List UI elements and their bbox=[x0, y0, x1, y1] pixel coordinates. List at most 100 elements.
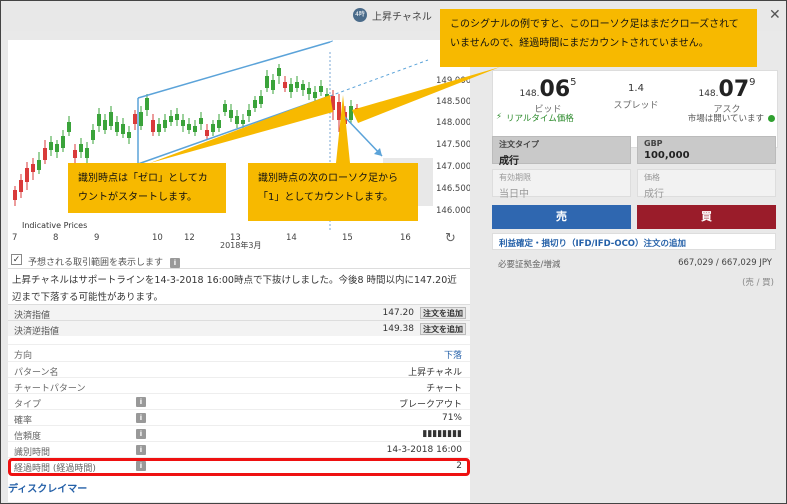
buy-button[interactable]: 買 bbox=[637, 205, 776, 229]
currency-label: GBP bbox=[644, 139, 663, 148]
candle-body bbox=[19, 180, 23, 192]
month-label: 2018年3月 bbox=[220, 240, 261, 250]
y-tick-label: 146.500 bbox=[436, 184, 470, 194]
add-stop-loss-button[interactable]: 注文を追加 bbox=[420, 323, 466, 335]
candle-body bbox=[289, 84, 293, 92]
disclaimer-link[interactable]: ディスクレイマー bbox=[8, 480, 87, 495]
info-icon[interactable]: i bbox=[136, 445, 146, 455]
stop-loss-label: 決済逆指値 bbox=[14, 327, 60, 337]
x-tick-label: 15 bbox=[342, 233, 353, 243]
info-icon[interactable]: i bbox=[136, 397, 146, 407]
candle-body bbox=[175, 114, 179, 120]
info-icon[interactable]: i bbox=[136, 429, 146, 439]
ask-quote[interactable]: 148.079 アスク bbox=[679, 77, 775, 115]
candle-body bbox=[97, 114, 101, 126]
add-take-profit-button[interactable]: 注文を追加 bbox=[420, 307, 466, 319]
x-tick-label: 16 bbox=[400, 233, 411, 243]
bid-sup: 5 bbox=[570, 77, 577, 88]
detail-row: 信頼度 i ▮▮▮▮▮▮▮▮ bbox=[8, 425, 470, 442]
y-tick-label: 147.000 bbox=[436, 162, 470, 172]
candle-body bbox=[61, 136, 65, 148]
bid-quote[interactable]: 148.065 ビッド bbox=[503, 77, 593, 115]
candle-body bbox=[151, 120, 155, 132]
detail-value: 71% bbox=[441, 413, 462, 423]
margin-value: 667,029 / 667,029 JPY bbox=[678, 258, 772, 268]
x-tick-label: 7 bbox=[12, 233, 17, 243]
direction-label: 方向 bbox=[14, 351, 33, 361]
candle-body bbox=[307, 88, 311, 94]
callout-middle: 識別時点の次のローソク足から「1」としてカウントします。 bbox=[248, 163, 418, 221]
margin-sub: (売 / 買) bbox=[742, 278, 774, 288]
candle-body bbox=[205, 130, 209, 136]
candle-body bbox=[55, 144, 59, 152]
show-range-row: ✓ 予想される取引範囲を表示します i bbox=[8, 252, 470, 268]
price-value: 成行 bbox=[644, 189, 664, 200]
realtime-label: リアルタイム価格 bbox=[506, 114, 574, 124]
candle-body bbox=[355, 108, 359, 114]
x-tick-label: 14 bbox=[286, 233, 297, 243]
detail-row: パターン名 上昇チャネル bbox=[8, 361, 470, 378]
bid-prefix: 148. bbox=[519, 89, 540, 99]
order-type-field[interactable]: 注文タイプ 成行 bbox=[492, 136, 631, 167]
candle-body bbox=[181, 120, 185, 126]
right-panel: 148.065 ビッド 1.4 スプレッド 148.079 アスク ⚡ リアルタ… bbox=[490, 40, 780, 500]
direction-value: 下落 bbox=[443, 351, 462, 361]
candle-body bbox=[301, 84, 305, 90]
detail-row: 識別時間 i 14-3-2018 16:00 bbox=[8, 441, 470, 458]
candle-body bbox=[229, 110, 233, 118]
candle-body bbox=[241, 120, 245, 124]
x-tick-label: 8 bbox=[53, 233, 58, 243]
candle-body bbox=[223, 104, 227, 112]
candle-body bbox=[31, 164, 35, 172]
detail-value: ▮▮▮▮▮▮▮▮ bbox=[422, 429, 462, 439]
market-status: 市場は開いています bbox=[687, 114, 764, 124]
lightning-icon: ⚡ bbox=[496, 112, 502, 122]
info-icon[interactable]: i bbox=[136, 413, 146, 423]
direction-row: 方向 下落 bbox=[8, 344, 470, 361]
candle-body bbox=[163, 120, 167, 128]
candle-body bbox=[247, 110, 251, 116]
window-title: 上昇チャネル bbox=[372, 12, 432, 23]
sell-button[interactable]: 売 bbox=[492, 205, 631, 229]
x-tick-label: 10 bbox=[152, 233, 163, 243]
margin-label: 必要証拠金/増減 bbox=[498, 260, 561, 270]
candle-body bbox=[253, 100, 257, 108]
candle-body bbox=[283, 82, 287, 88]
price-field[interactable]: 価格 成行 bbox=[637, 169, 776, 200]
spread-value: 1.4 bbox=[628, 83, 644, 94]
bid-big: 06 bbox=[539, 77, 571, 102]
candle-body bbox=[271, 80, 275, 90]
order-type-label: 注文タイプ bbox=[499, 140, 539, 149]
price-label: 価格 bbox=[644, 173, 660, 182]
candle-body bbox=[157, 124, 161, 132]
x-tick-label: 12 bbox=[184, 233, 195, 243]
candle-body bbox=[115, 122, 119, 132]
candle-body bbox=[145, 98, 149, 110]
show-range-checkbox[interactable]: ✓ bbox=[11, 254, 22, 265]
candle-body bbox=[79, 144, 83, 152]
refresh-icon: ↻ bbox=[445, 231, 456, 246]
candle-body bbox=[319, 86, 323, 92]
stop-loss-row: 決済逆指値 149.38 注文を追加 bbox=[8, 320, 470, 337]
close-icon[interactable]: ✕ bbox=[769, 7, 781, 23]
candle-body bbox=[235, 116, 239, 124]
candle-body bbox=[265, 76, 269, 88]
amount-field[interactable]: GBP 100,000 bbox=[637, 136, 776, 164]
add-ifd-order-link[interactable]: 利益確定・損切り（IFD/IFD-OCO）注文の追加 bbox=[492, 233, 776, 250]
order-type-value: 成行 bbox=[499, 156, 519, 167]
info-icon[interactable]: i bbox=[169, 258, 180, 268]
stop-loss-value: 149.38 bbox=[382, 324, 415, 334]
candle-body bbox=[139, 112, 143, 126]
ask-sup: 9 bbox=[749, 77, 756, 88]
detail-row: タイプ i ブレークアウト bbox=[8, 393, 470, 410]
candle-body bbox=[109, 112, 113, 126]
candle-body bbox=[73, 150, 77, 158]
expiry-field[interactable]: 有効期限 当日中 bbox=[492, 169, 631, 200]
candle-body bbox=[25, 168, 29, 182]
show-range-label: 予想される取引範囲を表示します i bbox=[28, 255, 180, 268]
candle-body bbox=[337, 102, 341, 120]
y-tick-label: 148.000 bbox=[436, 118, 470, 128]
amount-value: 100,000 bbox=[644, 150, 690, 161]
chart-watermark: Indicative Prices bbox=[22, 221, 87, 230]
candle-body bbox=[277, 68, 281, 76]
